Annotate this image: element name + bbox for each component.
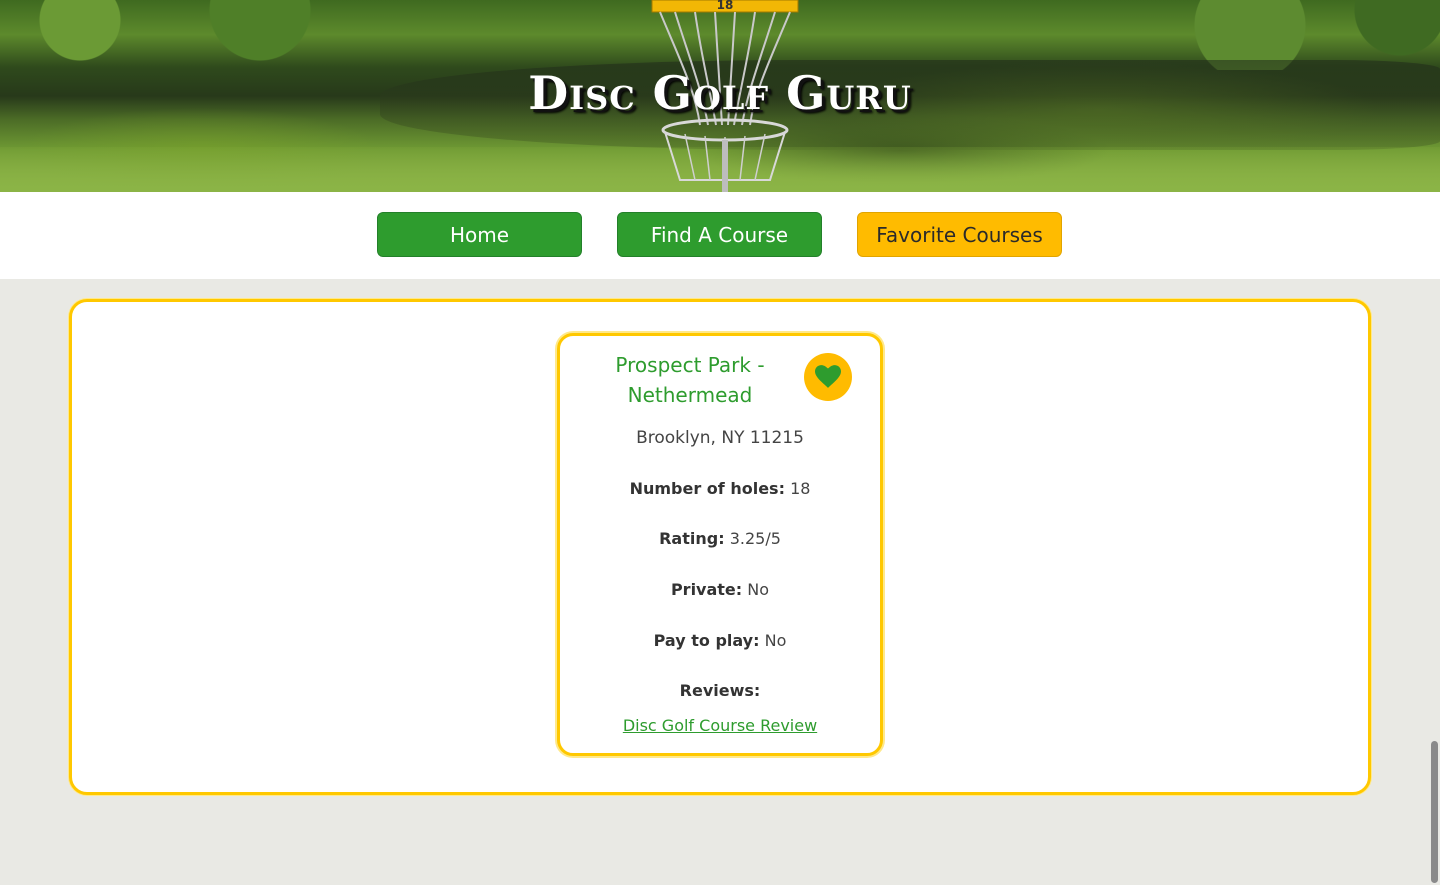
private-field: Private: No [560, 580, 880, 599]
reviews-label: Reviews: [679, 681, 761, 700]
scrollbar-thumb[interactable] [1431, 741, 1438, 883]
nav-favorite-courses-button[interactable]: Favorite Courses [857, 212, 1062, 257]
basket-number: 18 [717, 0, 734, 12]
site-title: Disc Golf Guru [528, 66, 912, 120]
page-scrollbar[interactable] [1428, 0, 1440, 885]
rating-label: Rating: [659, 529, 725, 548]
pay-to-play-field: Pay to play: No [560, 631, 880, 650]
pay-to-play-label: Pay to play: [653, 631, 760, 650]
nav-find-course-button[interactable]: Find A Course [617, 212, 822, 257]
holes-label: Number of holes: [629, 479, 785, 498]
course-card: Prospect Park - Nethermead Brooklyn, NY … [557, 333, 883, 756]
rating-value: 3.25/5 [729, 529, 781, 548]
holes-value: 18 [790, 479, 811, 498]
course-address: Brooklyn, NY 11215 [636, 428, 804, 448]
hero-banner: 18 Disc Golf Guru [0, 0, 1440, 192]
nav-home-button[interactable]: Home [377, 212, 582, 257]
favorite-button[interactable] [804, 353, 852, 401]
rating-field: Rating: 3.25/5 [560, 529, 880, 548]
review-link[interactable]: Disc Golf Course Review [560, 716, 880, 735]
pay-to-play-value: No [764, 631, 787, 650]
holes-field: Number of holes: 18 [560, 479, 880, 498]
main-nav: Home Find A Course Favorite Courses [0, 192, 1440, 279]
course-name: Prospect Park - Nethermead [615, 353, 765, 407]
reviews-field: Reviews: [560, 681, 880, 700]
heart-icon [815, 365, 841, 388]
private-value: No [747, 580, 770, 599]
private-label: Private: [670, 580, 743, 599]
